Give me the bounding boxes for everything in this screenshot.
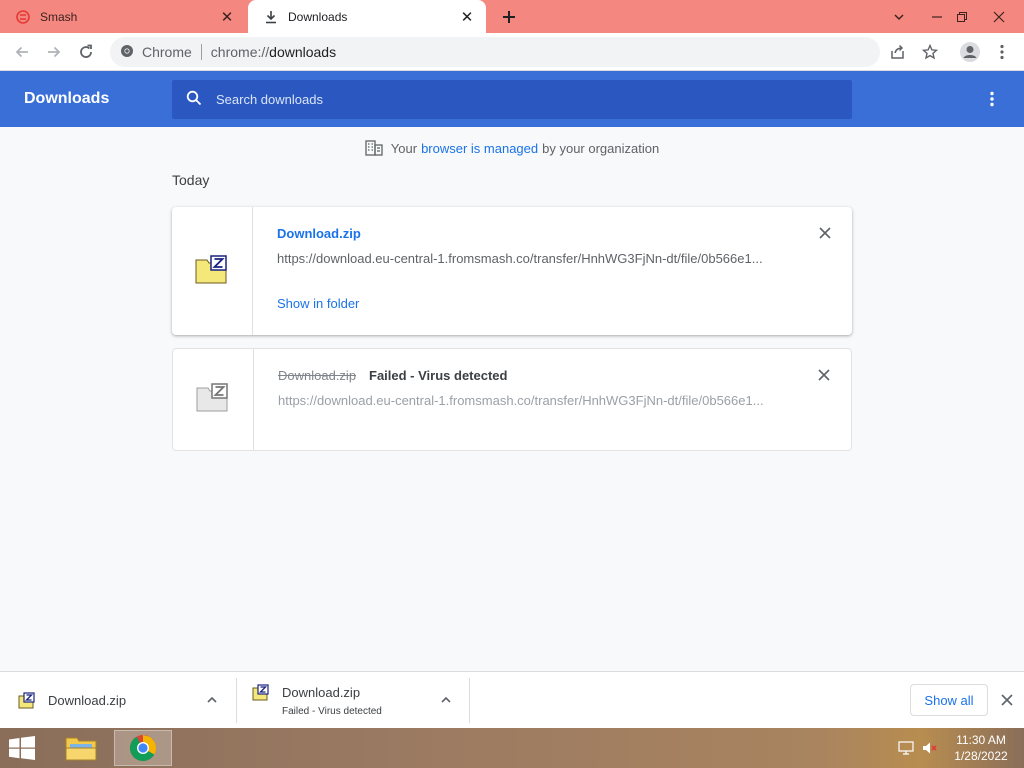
shelf-item[interactable]: Download.zip [18,678,230,723]
omnibox-divider [200,44,202,60]
close-shelf-button[interactable] [998,691,1016,709]
managed-text-after: by your organization [542,140,660,156]
chevron-up-icon[interactable] [204,692,220,708]
tab-title: Smash [40,9,78,24]
share-button[interactable] [886,40,910,64]
restore-icon [957,11,967,22]
close-icon[interactable]: ✕ [218,8,236,26]
tab-search-button[interactable] [882,0,916,33]
reload-button[interactable] [74,40,98,64]
file-url[interactable]: https://download.eu-central-1.fromsmash.… [277,251,797,266]
shelf-file-name: Download.zip [282,684,361,700]
page-title: Downloads [24,90,110,107]
browser-menu-button[interactable] [990,40,1014,64]
bookmark-button[interactable] [918,40,942,64]
download-status: Failed - Virus detected [369,368,508,383]
new-tab-button[interactable] [498,6,520,28]
tab-strip: Smash ✕ Downloads ✕ [0,0,1024,33]
shelf-divider [236,678,237,723]
tab-smash[interactable]: Smash ✕ [0,0,246,33]
clock-date: 1/28/2022 [954,749,1008,763]
shelf-item[interactable]: Download.zip Failed - Virus detected [252,678,464,723]
chevron-down-icon [894,13,904,20]
taskbar-chrome[interactable] [114,730,172,766]
url-text: chrome://downloads [210,44,337,60]
tab-downloads[interactable]: Downloads ✕ [248,0,486,33]
profile-button[interactable] [958,40,982,64]
search-box[interactable] [172,80,852,119]
system-clock[interactable]: 11:30 AM 1/28/2022 [946,732,1016,764]
managed-notice: Your browser is managed by your organiza… [0,140,1024,156]
start-button[interactable] [8,736,38,762]
search-icon [186,90,202,109]
clock-time: 11:30 AM [956,733,1006,747]
address-bar[interactable]: Chrome chrome://downloads [110,37,880,67]
chrome-logo-icon [129,735,157,762]
download-item: Download.zip https://download.eu-central… [172,207,852,335]
show-in-folder-link[interactable]: Show in folder [277,296,359,311]
zip-file-icon [195,254,229,288]
chrome-logo-icon [120,44,134,61]
download-item: Download.zip Failed - Virus detected htt… [172,348,852,451]
managed-link[interactable]: browser is managed [421,141,538,156]
more-vert-icon [990,91,994,107]
close-icon [993,11,1005,22]
windows-logo-icon [9,736,35,760]
date-heading: Today [172,172,210,188]
close-icon[interactable]: ✕ [458,8,476,26]
download-shelf: Download.zip Download.zip Failed - Virus… [0,671,1024,728]
browser-toolbar: Chrome chrome://downloads [0,33,1024,71]
more-vert-icon [1000,44,1004,60]
search-input[interactable] [216,92,816,107]
zip-file-icon [18,691,36,710]
show-all-button[interactable]: Show all [910,684,988,716]
close-icon [819,227,831,239]
download-icon [262,8,280,26]
back-button[interactable] [10,40,34,64]
file-icon-column [172,207,253,335]
close-icon [1001,694,1013,706]
star-icon [922,44,938,60]
plus-icon [503,11,515,23]
shelf-file-status: Failed - Virus detected [282,705,382,717]
site-label: Chrome [142,44,192,60]
downloads-menu-button[interactable] [982,89,1002,109]
building-icon [365,140,383,156]
chevron-up-icon[interactable] [438,692,454,708]
avatar-icon [960,42,980,62]
volume-muted-icon[interactable] [920,728,940,768]
managed-text-before: Your [390,140,418,156]
zip-file-icon [252,684,270,702]
file-icon-column [173,349,254,450]
remove-download-button[interactable] [815,366,833,384]
shelf-divider [469,678,470,723]
remove-download-button[interactable] [816,224,834,242]
close-icon [818,369,830,381]
taskbar-file-explorer[interactable] [52,730,110,766]
restore-button[interactable] [945,0,979,33]
minimize-icon [932,15,942,18]
forward-button[interactable] [42,40,66,64]
arrow-right-icon [48,46,61,58]
share-icon [891,44,904,59]
windows-taskbar: 11:30 AM 1/28/2022 [0,728,1024,768]
downloads-header: Downloads [0,71,1024,127]
network-icon[interactable] [896,728,916,768]
folder-icon [65,737,97,761]
file-name-link[interactable]: Download.zip [277,226,361,241]
file-url[interactable]: https://download.eu-central-1.fromsmash.… [278,393,798,408]
file-name-text: Download.zip [278,368,357,383]
window-close-button[interactable] [982,0,1016,33]
reload-icon [80,44,92,58]
zip-file-icon [196,383,230,416]
smash-logo-icon [14,8,32,26]
shelf-file-name: Download.zip [48,693,127,708]
arrow-left-icon [15,46,28,58]
tab-title: Downloads [288,9,348,24]
